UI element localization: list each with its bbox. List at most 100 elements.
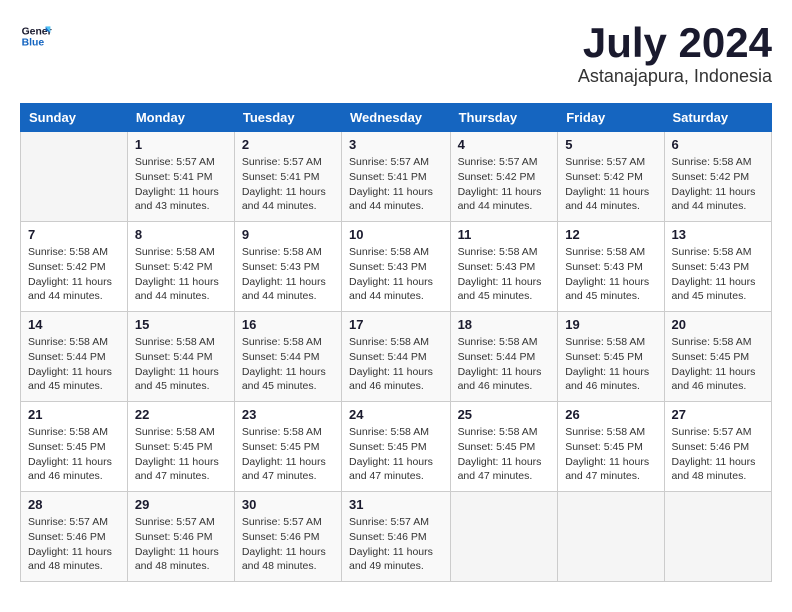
calendar-week-row: 21Sunrise: 5:58 AM Sunset: 5:45 PM Dayli… — [21, 402, 772, 492]
day-info: Sunrise: 5:57 AM Sunset: 5:42 PM Dayligh… — [458, 155, 551, 214]
day-number: 3 — [349, 137, 443, 152]
calendar-cell: 2 Sunrise: 5:57 AM Sunset: 5:41 PM Daylig… — [234, 132, 341, 222]
calendar-cell: 4 Sunrise: 5:57 AM Sunset: 5:42 PM Daylig… — [450, 132, 558, 222]
day-number: 4 — [458, 137, 551, 152]
calendar-week-row: 14 Sunrise: 5:58 AM Sunset: 5:44 PM Dayli… — [21, 312, 772, 402]
calendar-cell: 18 Sunrise: 5:58 AM Sunset: 5:44 PM Dayli… — [450, 312, 558, 402]
day-number: 20 — [672, 317, 764, 332]
day-number: 26 — [565, 407, 656, 422]
day-info: Sunrise: 5:58 AM Sunset: 5:44 PM Dayligh… — [458, 335, 551, 394]
day-info: Sunrise: 5:58 AM Sunset: 5:43 PM Dayligh… — [242, 245, 334, 304]
calendar-cell: 25 Sunrise: 5:58 AM Sunset: 5:45 PM Dayli… — [450, 402, 558, 492]
day-info: Sunrise: 5:58 AM Sunset: 5:45 PM Dayligh… — [135, 425, 227, 484]
day-number: 18 — [458, 317, 551, 332]
day-info: Sunrise: 5:58 AM Sunset: 5:42 PM Dayligh… — [135, 245, 227, 304]
day-info: Sunrise: 5:58 AM Sunset: 5:43 PM Dayligh… — [458, 245, 551, 304]
calendar-cell: 6 Sunrise: 5:58 AM Sunset: 5:42 PM Daylig… — [664, 132, 771, 222]
day-info: Sunrise: 5:58 AM Sunset: 5:45 PM Dayligh… — [672, 335, 764, 394]
weekday-header: Sunday — [21, 104, 128, 132]
day-number: 19 — [565, 317, 656, 332]
day-number: 2 — [242, 137, 334, 152]
calendar-week-row: 1Sunrise: 5:57 AM Sunset: 5:41 PM Daylig… — [21, 132, 772, 222]
calendar-cell: 9 Sunrise: 5:58 AM Sunset: 5:43 PM Daylig… — [234, 222, 341, 312]
calendar-cell: 24Sunrise: 5:58 AM Sunset: 5:45 PM Dayli… — [342, 402, 451, 492]
day-number: 10 — [349, 227, 443, 242]
calendar-table: SundayMondayTuesdayWednesdayThursdayFrid… — [20, 103, 772, 582]
calendar-cell: 13Sunrise: 5:58 AM Sunset: 5:43 PM Dayli… — [664, 222, 771, 312]
day-number: 5 — [565, 137, 656, 152]
day-number: 11 — [458, 227, 551, 242]
calendar-cell: 31 Sunrise: 5:57 AM Sunset: 5:46 PM Dayli… — [342, 492, 451, 582]
day-number: 29 — [135, 497, 227, 512]
day-info: Sunrise: 5:58 AM Sunset: 5:44 PM Dayligh… — [242, 335, 334, 394]
calendar-cell: 29 Sunrise: 5:57 AM Sunset: 5:46 PM Dayli… — [127, 492, 234, 582]
day-number: 14 — [28, 317, 120, 332]
calendar-cell: 17 Sunrise: 5:58 AM Sunset: 5:44 PM Dayli… — [342, 312, 451, 402]
weekday-header-row: SundayMondayTuesdayWednesdayThursdayFrid… — [21, 104, 772, 132]
day-number: 8 — [135, 227, 227, 242]
day-info: Sunrise: 5:58 AM Sunset: 5:44 PM Dayligh… — [28, 335, 120, 394]
calendar-cell: 30 Sunrise: 5:57 AM Sunset: 5:46 PM Dayli… — [234, 492, 341, 582]
title-section: July 2024 Astanajapura, Indonesia — [578, 20, 772, 87]
calendar-cell: 10Sunrise: 5:58 AM Sunset: 5:43 PM Dayli… — [342, 222, 451, 312]
day-number: 28 — [28, 497, 120, 512]
calendar-cell: 16Sunrise: 5:58 AM Sunset: 5:44 PM Dayli… — [234, 312, 341, 402]
day-info: Sunrise: 5:58 AM Sunset: 5:45 PM Dayligh… — [242, 425, 334, 484]
day-number: 9 — [242, 227, 334, 242]
day-info: Sunrise: 5:58 AM Sunset: 5:45 PM Dayligh… — [458, 425, 551, 484]
calendar-cell: 12Sunrise: 5:58 AM Sunset: 5:43 PM Dayli… — [558, 222, 664, 312]
day-info: Sunrise: 5:57 AM Sunset: 5:46 PM Dayligh… — [349, 515, 443, 574]
calendar-cell: 8 Sunrise: 5:58 AM Sunset: 5:42 PM Daylig… — [127, 222, 234, 312]
day-number: 31 — [349, 497, 443, 512]
day-number: 22 — [135, 407, 227, 422]
calendar-cell: 11 Sunrise: 5:58 AM Sunset: 5:43 PM Dayli… — [450, 222, 558, 312]
day-number: 6 — [672, 137, 764, 152]
day-info: Sunrise: 5:58 AM Sunset: 5:42 PM Dayligh… — [672, 155, 764, 214]
day-number: 17 — [349, 317, 443, 332]
day-info: Sunrise: 5:57 AM Sunset: 5:46 PM Dayligh… — [672, 425, 764, 484]
day-number: 24 — [349, 407, 443, 422]
weekday-header: Thursday — [450, 104, 558, 132]
day-info: Sunrise: 5:57 AM Sunset: 5:42 PM Dayligh… — [565, 155, 656, 214]
weekday-header: Saturday — [664, 104, 771, 132]
day-info: Sunrise: 5:58 AM Sunset: 5:43 PM Dayligh… — [565, 245, 656, 304]
calendar-cell: 5 Sunrise: 5:57 AM Sunset: 5:42 PM Daylig… — [558, 132, 664, 222]
calendar-cell: 1Sunrise: 5:57 AM Sunset: 5:41 PM Daylig… — [127, 132, 234, 222]
calendar-cell: 22 Sunrise: 5:58 AM Sunset: 5:45 PM Dayli… — [127, 402, 234, 492]
calendar-cell: 15Sunrise: 5:58 AM Sunset: 5:44 PM Dayli… — [127, 312, 234, 402]
day-info: Sunrise: 5:58 AM Sunset: 5:45 PM Dayligh… — [565, 425, 656, 484]
calendar-cell: 3Sunrise: 5:57 AM Sunset: 5:41 PM Daylig… — [342, 132, 451, 222]
weekday-header: Tuesday — [234, 104, 341, 132]
day-info: Sunrise: 5:57 AM Sunset: 5:41 PM Dayligh… — [135, 155, 227, 214]
day-info: Sunrise: 5:58 AM Sunset: 5:42 PM Dayligh… — [28, 245, 120, 304]
day-info: Sunrise: 5:58 AM Sunset: 5:44 PM Dayligh… — [349, 335, 443, 394]
calendar-cell: 26 Sunrise: 5:58 AM Sunset: 5:45 PM Dayli… — [558, 402, 664, 492]
day-number: 30 — [242, 497, 334, 512]
calendar-cell: 28 Sunrise: 5:57 AM Sunset: 5:46 PM Dayli… — [21, 492, 128, 582]
day-info: Sunrise: 5:58 AM Sunset: 5:44 PM Dayligh… — [135, 335, 227, 394]
calendar-week-row: 28 Sunrise: 5:57 AM Sunset: 5:46 PM Dayli… — [21, 492, 772, 582]
day-info: Sunrise: 5:57 AM Sunset: 5:46 PM Dayligh… — [28, 515, 120, 574]
day-number: 27 — [672, 407, 764, 422]
calendar-cell: 14 Sunrise: 5:58 AM Sunset: 5:44 PM Dayli… — [21, 312, 128, 402]
calendar-cell: 27 Sunrise: 5:57 AM Sunset: 5:46 PM Dayli… — [664, 402, 771, 492]
day-info: Sunrise: 5:57 AM Sunset: 5:46 PM Dayligh… — [135, 515, 227, 574]
day-info: Sunrise: 5:57 AM Sunset: 5:41 PM Dayligh… — [242, 155, 334, 214]
weekday-header: Wednesday — [342, 104, 451, 132]
weekday-header: Friday — [558, 104, 664, 132]
calendar-cell — [450, 492, 558, 582]
logo: General Blue — [20, 20, 52, 52]
calendar-title: July 2024 — [578, 20, 772, 66]
day-number: 23 — [242, 407, 334, 422]
day-number: 25 — [458, 407, 551, 422]
calendar-cell — [558, 492, 664, 582]
day-info: Sunrise: 5:57 AM Sunset: 5:46 PM Dayligh… — [242, 515, 334, 574]
calendar-subtitle: Astanajapura, Indonesia — [578, 66, 772, 87]
calendar-cell: 19Sunrise: 5:58 AM Sunset: 5:45 PM Dayli… — [558, 312, 664, 402]
day-number: 7 — [28, 227, 120, 242]
calendar-cell: 21Sunrise: 5:58 AM Sunset: 5:45 PM Dayli… — [21, 402, 128, 492]
calendar-cell: 20 Sunrise: 5:58 AM Sunset: 5:45 PM Dayli… — [664, 312, 771, 402]
day-info: Sunrise: 5:58 AM Sunset: 5:45 PM Dayligh… — [28, 425, 120, 484]
calendar-cell: 23 Sunrise: 5:58 AM Sunset: 5:45 PM Dayli… — [234, 402, 341, 492]
calendar-cell — [21, 132, 128, 222]
